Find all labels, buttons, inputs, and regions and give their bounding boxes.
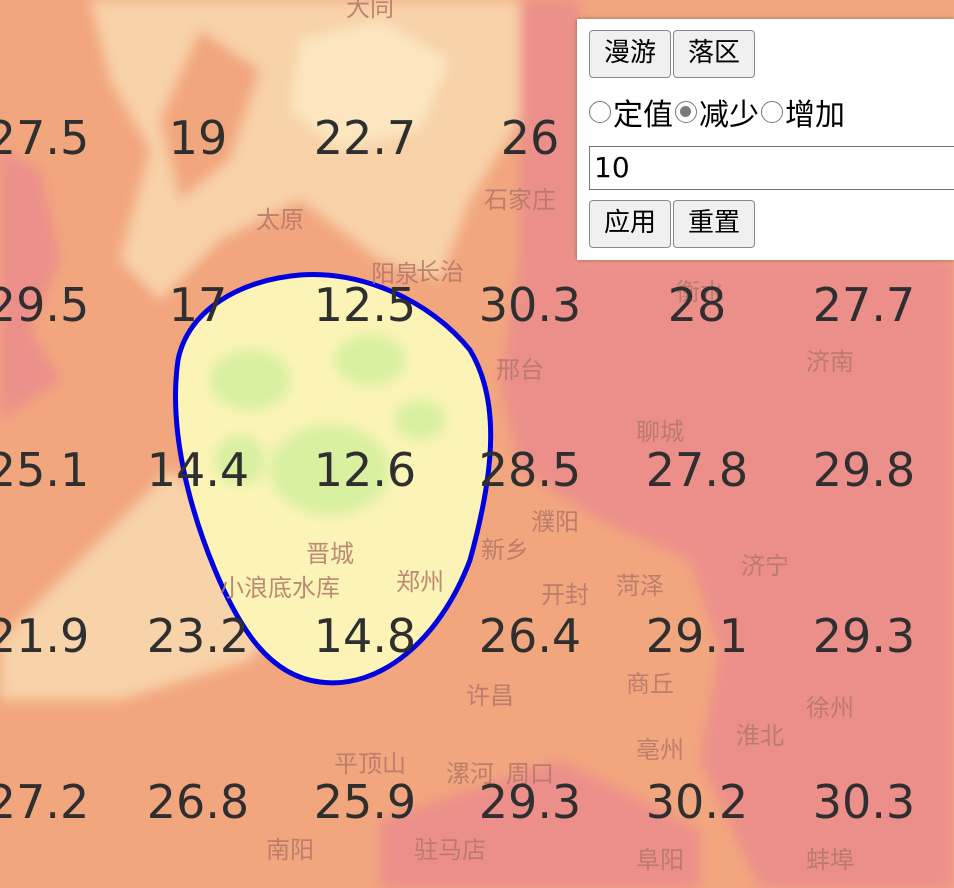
grid-value: 29.1: [646, 609, 748, 663]
city-label: 石家庄: [484, 186, 556, 214]
city-label: 郑州: [396, 568, 444, 596]
radio-increase-label: 增加: [785, 98, 845, 133]
city-label: 南阳: [266, 836, 314, 864]
grid-value: 25.1: [0, 443, 89, 497]
city-label: 小浪底水库: [220, 574, 340, 602]
city-label: 许昌: [466, 682, 514, 710]
grid-value: 25.9: [314, 775, 416, 829]
city-label: 驻马店: [414, 836, 486, 864]
radio-decrease-label: 减少: [699, 98, 759, 133]
city-label: 济宁: [741, 552, 789, 580]
reset-button[interactable]: 重置: [673, 200, 756, 248]
area-button[interactable]: 落区: [673, 30, 756, 78]
city-label: 聊城: [636, 418, 684, 446]
grid-value: 12.6: [314, 443, 416, 497]
grid-value: 22.7: [314, 111, 416, 165]
city-label: 新乡: [481, 536, 529, 564]
mode-radio-group: 定值 减少 增加: [589, 90, 954, 134]
city-label: 平顶山: [334, 750, 406, 778]
grid-value: 27.5: [0, 111, 89, 165]
radio-fixed[interactable]: [589, 101, 611, 123]
pan-button[interactable]: 漫游: [589, 30, 672, 78]
grid-value: 23.2: [147, 609, 249, 663]
city-label: 徐州: [806, 694, 854, 722]
city-label: 蚌埠: [806, 846, 854, 874]
city-label: 太原: [256, 206, 304, 234]
grid-value: 27.2: [0, 775, 89, 829]
grid-value: 27.8: [646, 443, 748, 497]
grid-value: 30.3: [479, 278, 581, 332]
grid-value: 26: [501, 111, 560, 165]
grid-value: 28.5: [479, 443, 581, 497]
radio-increase[interactable]: [761, 101, 783, 123]
grid-value: 14.4: [147, 443, 249, 497]
grid-value: 29.3: [479, 775, 581, 829]
grid-value: 30.2: [646, 775, 748, 829]
grid-value: 30.3: [813, 775, 915, 829]
city-label: 济南: [806, 348, 854, 376]
grid-value: 12.5: [314, 278, 416, 332]
grid-value: 14.8: [314, 609, 416, 663]
city-label: 大同: [346, 0, 394, 22]
grid-value: 29.5: [0, 278, 89, 332]
grid-value: 19: [169, 111, 228, 165]
radio-decrease[interactable]: [675, 101, 697, 123]
city-label: 淮北: [736, 722, 784, 750]
city-label: 晋城: [306, 540, 354, 568]
city-label: 邢台: [496, 356, 544, 384]
apply-button[interactable]: 应用: [589, 200, 672, 248]
city-label: 亳州: [636, 736, 684, 764]
grid-value: 29.8: [813, 443, 915, 497]
grid-value: 26.8: [147, 775, 249, 829]
value-input[interactable]: 10: [589, 146, 954, 190]
city-label: 菏泽: [616, 572, 664, 600]
grid-value: 17: [169, 278, 228, 332]
radio-fixed-label: 定值: [613, 98, 673, 133]
grid-value: 27.7: [813, 278, 915, 332]
grid-value: 28: [668, 278, 727, 332]
grid-value: 29.3: [813, 609, 915, 663]
city-label: 阜阳: [636, 846, 684, 874]
city-label: 商丘: [626, 670, 674, 698]
grid-value: 26.4: [479, 609, 581, 663]
city-label: 濮阳: [531, 508, 579, 536]
edit-panel: 漫游 落区 定值 减少 增加 10 应用 重置: [577, 19, 954, 260]
city-label: 长治: [416, 258, 464, 286]
city-label: 开封: [541, 581, 589, 609]
grid-value: 21.9: [0, 609, 89, 663]
